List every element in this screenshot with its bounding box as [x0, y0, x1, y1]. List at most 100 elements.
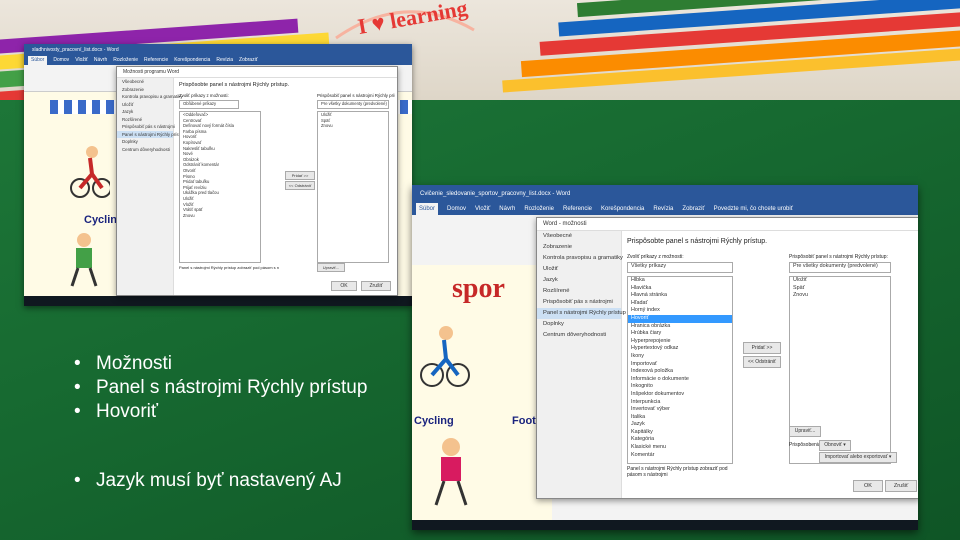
remove-button[interactable]: << Odstrániť	[743, 356, 781, 368]
ribbon-tabs: Súbor Domov Vložiť Návrh Rozloženie Refe…	[412, 203, 918, 215]
import-export-button[interactable]: Importovať alebo exportovať ▾	[819, 452, 897, 463]
list-item[interactable]: Ikony	[628, 353, 732, 361]
list-item[interactable]: Kapitálky	[628, 429, 732, 437]
checkbox-label[interactable]: Panel s nástrojmi Rýchly prístup zobrazi…	[179, 265, 279, 270]
list-item[interactable]: Hypertextový odkaz	[628, 345, 732, 353]
cyclist-icon	[70, 146, 110, 198]
list-item[interactable]: Znovu	[318, 123, 388, 129]
doc-label-sport: spor	[452, 273, 505, 304]
tab-review[interactable]: Revízia	[216, 56, 233, 65]
list-item[interactable]: Znovu	[790, 292, 890, 300]
list-item[interactable]: Hlavná stránka	[628, 292, 732, 300]
tab-file[interactable]: Súbor	[28, 56, 48, 65]
word-options-dialog: Word - možnosti Všeobecné Zobrazenie Kon…	[536, 217, 918, 499]
list-item[interactable]: Inšpektor dokumentov	[628, 391, 732, 399]
list-item[interactable]: Komentár	[628, 452, 732, 460]
tab-file[interactable]: Súbor	[416, 203, 439, 215]
tab-home[interactable]: Domov	[53, 56, 69, 65]
sidebar-item[interactable]: Prispôsobiť pás s nástrojmi	[537, 297, 621, 308]
commands-list[interactable]: <Oddeľovač> Centrovať Definovať nový for…	[179, 111, 261, 263]
doc-label-cycling: Cycling	[414, 415, 454, 427]
customize-toolbar-select[interactable]: Pre všetky dokumenty (predvolené)	[317, 100, 389, 109]
tab-design[interactable]: Návrh	[94, 56, 107, 65]
tab-home[interactable]: Domov	[447, 203, 466, 215]
sidebar-item[interactable]: Centrum dôveryhodnosti	[537, 330, 621, 341]
cancel-button[interactable]: Zrušiť	[885, 480, 917, 492]
tab-design[interactable]: Návrh	[499, 203, 515, 215]
list-item[interactable]: Znovu	[180, 213, 260, 219]
choose-commands-select[interactable]: Všetky príkazy	[627, 262, 733, 273]
ok-button[interactable]: OK	[331, 281, 357, 291]
bullet-item: Panel s nástrojmi Rýchly prístup	[74, 376, 367, 400]
sidebar-item[interactable]: Všeobecné	[537, 231, 621, 242]
tab-view[interactable]: Zobraziť	[239, 56, 258, 65]
sidebar-item[interactable]: Uložiť	[537, 264, 621, 275]
window-title: Cvičenie_sledovanie_sportov_pracovny_lis…	[412, 185, 918, 203]
list-item-selected[interactable]: Hovoriť	[628, 314, 732, 323]
list-item[interactable]: Informácie o dokumente	[628, 376, 732, 384]
toolbar-items-list[interactable]: Uložiť Späť Znovu	[317, 111, 389, 263]
cancel-button[interactable]: Zrušiť	[361, 281, 391, 291]
child-figure-icon	[434, 438, 468, 506]
tab-view[interactable]: Zobraziť	[682, 203, 704, 215]
list-item[interactable]: Hlavička	[628, 285, 732, 293]
cyclist-icon	[420, 326, 470, 387]
tab-references[interactable]: Referencie	[563, 203, 592, 215]
checkbox-label[interactable]: Panel s nástrojmi Rýchly prístup zobrazi…	[627, 466, 733, 478]
tab-references[interactable]: Referencie	[144, 56, 168, 65]
tab-layout[interactable]: Rozloženie	[113, 56, 138, 65]
sidebar-item[interactable]: Jazyk	[537, 275, 621, 286]
sidebar-item[interactable]: Doplnky	[537, 319, 621, 330]
sidebar-item[interactable]: Kontrola pravopisu a gramatiky	[117, 93, 183, 101]
sidebar-item[interactable]: Uložiť	[117, 101, 173, 109]
tab-mailings[interactable]: Korešpondencia	[174, 56, 210, 65]
sidebar-item[interactable]: Zobrazenie	[537, 242, 621, 253]
list-item[interactable]: Interpunkcia	[628, 399, 732, 407]
customize-toolbar-select[interactable]: Pre všetky dokumenty (predvolené)	[789, 262, 891, 273]
list-item[interactable]: Hranica obrázka	[628, 323, 732, 331]
list-item[interactable]: Kategória	[628, 436, 732, 444]
add-button[interactable]: Pridať >>	[743, 342, 781, 354]
word-screenshot-1: sladhnivosty_pracovní_list.docx - Word S…	[24, 44, 412, 306]
add-button[interactable]: Pridať >>	[285, 171, 315, 180]
sidebar-item[interactable]: Rozšírené	[117, 116, 173, 124]
list-item[interactable]: Jazyk	[628, 421, 732, 429]
list-item[interactable]: Inkognito	[628, 383, 732, 391]
tab-mailings[interactable]: Korešpondencia	[601, 203, 644, 215]
list-item[interactable]: Späť	[790, 285, 890, 293]
sidebar-item[interactable]: Doplnky	[117, 138, 173, 146]
list-item[interactable]: Italika	[628, 414, 732, 422]
modify-button[interactable]: Upraviť...	[317, 263, 345, 272]
list-item[interactable]: Invertovať výber	[628, 406, 732, 414]
sidebar-item[interactable]: Rozšírené	[537, 286, 621, 297]
reset-button[interactable]: Obnoviť ▾	[819, 440, 851, 451]
list-item[interactable]: Klasické menu	[628, 444, 732, 452]
dialog-title: Možnosti programu Word	[117, 67, 397, 78]
sidebar-item[interactable]: Zobrazenie	[117, 86, 173, 94]
sidebar-item[interactable]: Kontrola pravopisu a gramatiky	[537, 253, 623, 264]
tab-insert[interactable]: Vložiť	[475, 203, 490, 215]
sidebar-item-quick-access[interactable]: Panel s nástrojmi Rýchly prístup	[537, 308, 626, 319]
list-item[interactable]: Importovať	[628, 361, 732, 369]
remove-button[interactable]: << Odstrániť	[285, 181, 315, 190]
tab-layout[interactable]: Rozloženie	[524, 203, 554, 215]
ok-button[interactable]: OK	[853, 480, 883, 492]
sidebar-item[interactable]: Jazyk	[117, 108, 173, 116]
tab-insert[interactable]: Vložiť	[75, 56, 88, 65]
list-item[interactable]: Hľadať	[628, 300, 732, 308]
list-item[interactable]: Hrúbka čiary	[628, 330, 732, 338]
modify-button[interactable]: Upraviť...	[789, 426, 821, 437]
sidebar-item[interactable]: Centrum dôveryhodnosti	[117, 146, 173, 154]
tell-me-box[interactable]: Povedzte mi, čo chcete urobiť	[714, 203, 793, 215]
list-item[interactable]: Uložiť	[790, 277, 890, 285]
sidebar-item-quick-access[interactable]: Panel s nástrojmi Rýchly prístup	[117, 130, 185, 138]
choose-commands-select[interactable]: Obľúbené príkazy	[179, 100, 239, 109]
sidebar-item[interactable]: Všeobecné	[117, 78, 173, 86]
list-item[interactable]: Indexová položka	[628, 368, 732, 376]
list-item[interactable]: Hyperprepojenie	[628, 338, 732, 346]
sidebar-item[interactable]: Prispôsobiť pás s nástrojmi	[117, 123, 175, 131]
tab-review[interactable]: Revízia	[653, 203, 673, 215]
list-item[interactable]: Horný index	[628, 307, 732, 315]
list-item[interactable]: Hĺbka	[628, 277, 732, 285]
commands-list[interactable]: Hĺbka Hlavička Hlavná stránka Hľadať Hor…	[627, 276, 733, 464]
